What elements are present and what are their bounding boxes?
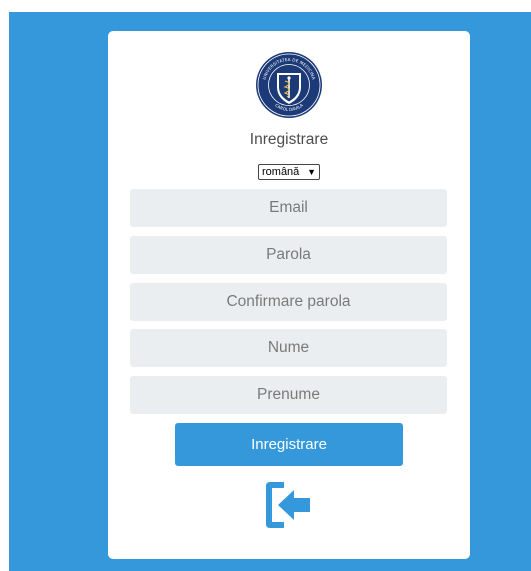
sign-in-icon[interactable] [264,480,312,530]
university-seal-icon: UNIVERSITATEA DE MEDICINA CAROL DAVILA [256,52,322,118]
register-button-label: Inregistrare [251,436,327,453]
form-title: Inregistrare [249,131,329,148]
email-placeholder: Email [269,199,308,216]
last-name-placeholder: Nume [267,339,310,356]
password-field[interactable]: Parola [130,236,447,274]
register-card: UNIVERSITATEA DE MEDICINA CAROL DAVILA I… [108,31,470,559]
chevron-down-icon: ▼ [307,167,316,177]
confirm-password-placeholder: Confirmare parola [226,293,351,310]
password-placeholder: Parola [266,246,311,263]
email-field[interactable]: Email [130,189,447,227]
first-name-field[interactable]: Prenume [130,376,447,414]
register-button[interactable]: Inregistrare [175,423,403,466]
language-select-value: română [262,166,300,178]
confirm-password-field[interactable]: Confirmare parola [130,283,447,321]
first-name-placeholder: Prenume [257,386,320,403]
language-select[interactable]: română ▼ [258,164,320,180]
last-name-field[interactable]: Nume [130,329,447,367]
